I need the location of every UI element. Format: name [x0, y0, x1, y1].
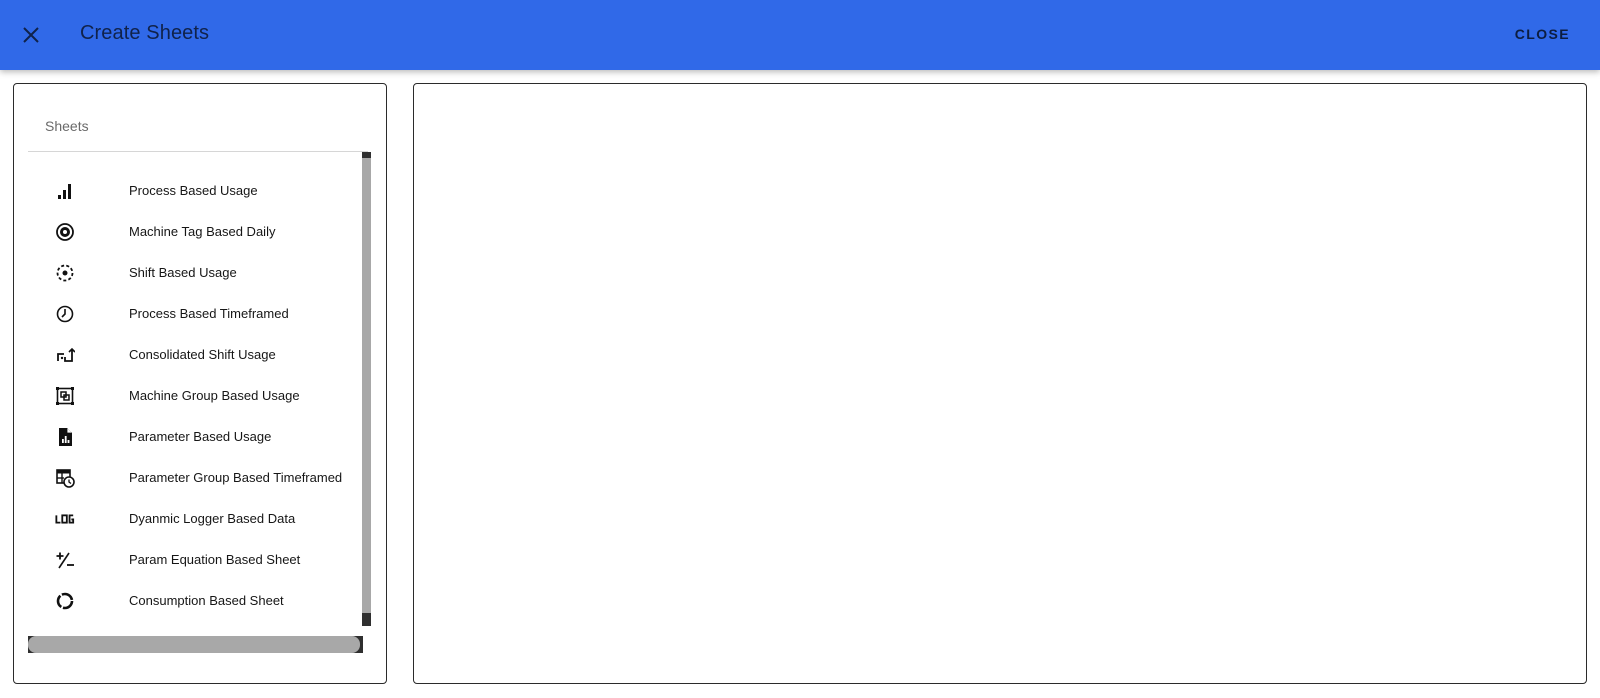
- list-item-consolidated-shift-usage[interactable]: Consolidated Shift Usage: [28, 334, 358, 375]
- list-item-label: Parameter Group Based Timeframed: [129, 470, 343, 485]
- sheets-panel: Sheets Process Based Usage Machine Tag B…: [13, 83, 387, 684]
- plus-minus-icon: [55, 550, 75, 570]
- list-item-label: Machine Group Based Usage: [129, 388, 300, 403]
- list-item-label: Consumption Based Sheet: [129, 593, 284, 608]
- list-item-label: Shift Based Usage: [129, 265, 237, 280]
- list-item-label: Consolidated Shift Usage: [129, 347, 276, 362]
- shift-arrows-icon: [55, 345, 75, 365]
- close-icon: [23, 27, 39, 43]
- list-item-consumption-based-sheet[interactable]: Consumption Based Sheet: [28, 580, 358, 621]
- list-item-label: Parameter Based Usage: [129, 429, 272, 444]
- horizontal-scrollbar-thumb[interactable]: [28, 636, 360, 653]
- vertical-scrollbar[interactable]: [362, 152, 371, 626]
- list-item-dynamic-logger-based-data[interactable]: Dyanmic Logger Based Data: [28, 498, 358, 539]
- sheets-panel-title: Sheets: [45, 118, 89, 134]
- horizontal-scrollbar[interactable]: [28, 636, 363, 653]
- signal-bars-icon: [55, 181, 75, 201]
- document-chart-icon: [55, 427, 75, 447]
- clock-icon: [55, 304, 75, 324]
- list-item-label: Param Equation Based Sheet: [129, 552, 301, 567]
- list-item-machine-tag-based-daily[interactable]: Machine Tag Based Daily: [28, 211, 358, 252]
- close-button[interactable]: CLOSE: [1515, 26, 1570, 42]
- list-item-process-based-usage[interactable]: Process Based Usage: [28, 170, 358, 211]
- list-item-process-based-timeframed[interactable]: Process Based Timeframed: [28, 293, 358, 334]
- list-item-parameter-based-usage[interactable]: Parameter Based Usage: [28, 416, 358, 457]
- log-text-icon: [55, 509, 75, 529]
- list-item-label: Process Based Timeframed: [129, 306, 289, 321]
- dashed-circle-dot-icon: [55, 263, 75, 283]
- group-frame-icon: [55, 386, 75, 406]
- donut-ring-icon: [55, 591, 75, 611]
- list-item-shift-based-usage[interactable]: Shift Based Usage: [28, 252, 358, 293]
- table-clock-icon: [55, 468, 75, 488]
- list-item-machine-group-based-usage[interactable]: Machine Group Based Usage: [28, 375, 358, 416]
- gear-circle-icon: [55, 222, 75, 242]
- list-item-label: Dyanmic Logger Based Data: [129, 511, 296, 526]
- sheet-preview-panel: [413, 83, 1587, 684]
- list-item-label: Process Based Usage: [129, 183, 258, 198]
- close-icon-button[interactable]: [15, 20, 47, 50]
- list-item-param-equation-based-sheet[interactable]: Param Equation Based Sheet: [28, 539, 358, 580]
- top-app-bar: Create Sheets CLOSE: [0, 0, 1600, 70]
- sheets-list: Process Based Usage Machine Tag Based Da…: [28, 152, 358, 626]
- list-item-label: Machine Tag Based Daily: [129, 224, 276, 239]
- vertical-scrollbar-thumb[interactable]: [362, 158, 371, 613]
- list-item-parameter-group-based-timeframed[interactable]: Parameter Group Based Timeframed: [28, 457, 358, 498]
- dialog-title: Create Sheets: [80, 22, 210, 44]
